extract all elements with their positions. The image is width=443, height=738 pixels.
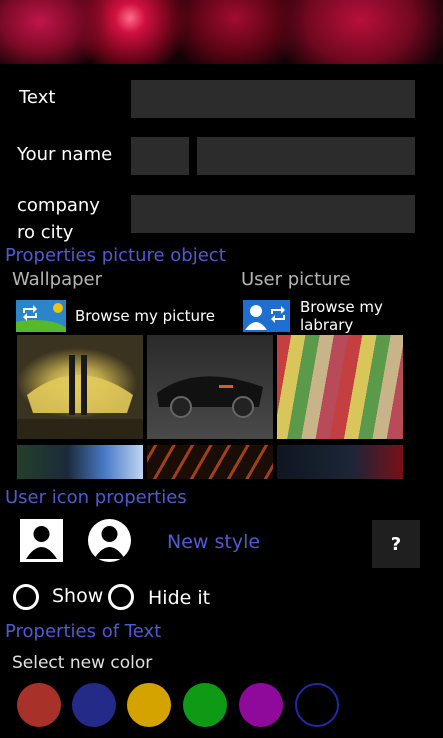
picture-section-title: Properties picture object — [5, 245, 226, 266]
last-name-input[interactable] — [197, 137, 415, 175]
first-name-input[interactable] — [131, 137, 189, 175]
color-swatch-blue[interactable] — [72, 683, 116, 727]
header-image — [0, 0, 443, 64]
round-avatar-style[interactable] — [88, 519, 131, 562]
new-style-link[interactable]: New style — [167, 531, 260, 553]
text-label: Text — [19, 87, 56, 108]
color-swatch-red[interactable] — [17, 683, 61, 727]
wallpaper-thumbnail-black-car[interactable] — [147, 335, 273, 439]
color-swatch-green[interactable] — [183, 683, 227, 727]
color-swatch-black[interactable] — [295, 683, 339, 727]
user-silhouette-icon — [26, 526, 57, 559]
browse-library-label: Browse my labrary — [300, 298, 383, 334]
help-button[interactable]: ? — [372, 520, 420, 568]
browse-library-button[interactable]: Browse my labrary — [243, 298, 438, 334]
user-library-icon — [243, 300, 290, 332]
show-radio[interactable] — [13, 584, 39, 610]
hide-radio[interactable] — [108, 584, 134, 610]
square-avatar-style[interactable] — [20, 519, 63, 562]
wallpaper-thumbnail-red-car[interactable] — [277, 445, 403, 479]
wallpaper-thumbnail-city-lights[interactable] — [17, 445, 143, 479]
color-swatch-purple[interactable] — [239, 683, 283, 727]
city-label: ro city — [17, 222, 74, 243]
browse-picture-button[interactable]: Browse my picture — [0, 300, 216, 344]
your-name-label: Your name — [17, 144, 113, 165]
text-input[interactable] — [131, 80, 415, 118]
show-label: Show — [52, 585, 104, 607]
wallpaper-thumbnail-yellow-car[interactable] — [17, 335, 143, 439]
browse-picture-label: Browse my picture — [75, 307, 216, 325]
hide-label: Hide it — [148, 587, 211, 609]
select-color-label: Select new color — [12, 653, 153, 673]
company-label: company — [17, 195, 100, 216]
user-icon-section-title: User icon properties — [5, 487, 187, 508]
wallpaper-thumbnail-dark-abstract[interactable] — [147, 445, 273, 479]
browse-picture-icon — [0, 300, 68, 344]
user-picture-label: User picture — [241, 269, 351, 290]
text-section-title: Properties of Text — [5, 621, 162, 642]
company-input[interactable] — [131, 195, 415, 233]
color-swatch-yellow[interactable] — [127, 683, 171, 727]
user-silhouette-round-icon — [94, 526, 125, 559]
wallpaper-thumbnail-striped-wood[interactable] — [277, 335, 403, 439]
wallpaper-label: Wallpaper — [12, 269, 103, 290]
